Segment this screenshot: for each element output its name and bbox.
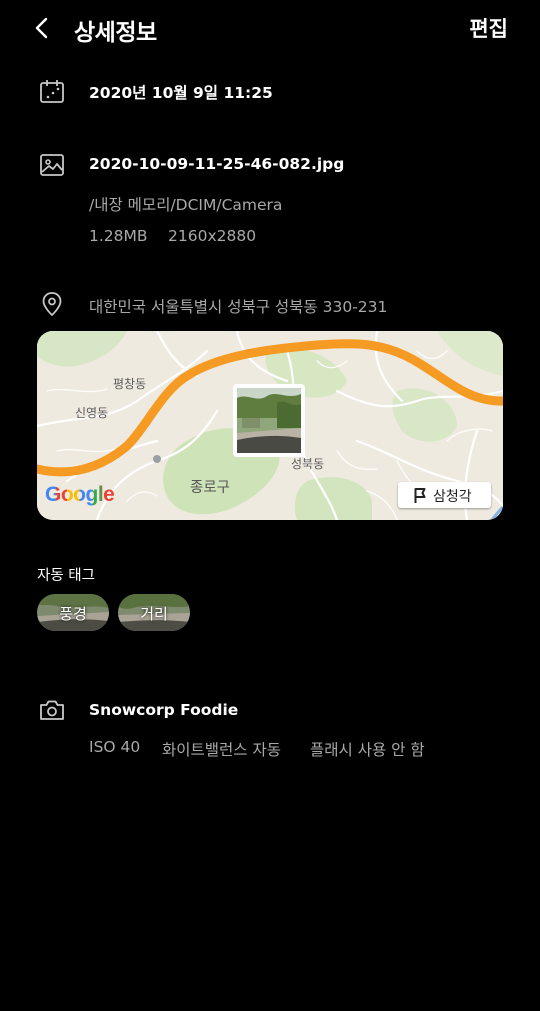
location-map[interactable]: 평창동 신영동 종로구 성북동 Google 삼청각 [37, 331, 503, 520]
tag-chip-label: 풍경 [59, 605, 87, 623]
camera-model: Snowcorp Foodie [89, 701, 239, 719]
back-button[interactable] [28, 12, 58, 44]
camera-white-balance: 화이트밸런스 자동 [162, 741, 282, 759]
edit-button[interactable]: 편집 [469, 13, 508, 43]
page-title: 상세정보 [74, 20, 157, 46]
file-row: 2020-10-09-11-25-46-082.jpg /내장 메모리/DCIM… [0, 150, 540, 250]
location-address: 대한민국 서울특별시 성북구 성북동 330-231 [89, 298, 388, 316]
flag-icon [414, 488, 426, 503]
camera-icon [38, 696, 66, 724]
date-row: 2020년 10월 9일 11:25 [0, 76, 540, 108]
street-view-button[interactable]: 삼청각 [398, 482, 491, 508]
image-icon [38, 151, 66, 179]
file-name: 2020-10-09-11-25-46-082.jpg [89, 155, 345, 173]
photo-thumbnail-marker[interactable] [233, 384, 305, 457]
google-logo-text: Google [45, 483, 115, 506]
street-view-label: 삼청각 [433, 489, 472, 505]
chevron-left-icon [35, 17, 48, 39]
auto-tags-title: 자동 태그 [37, 568, 95, 584]
date-value: 2020년 10월 9일 11:25 [89, 84, 273, 102]
google-logo: Google [45, 483, 115, 507]
camera-flash: 플래시 사용 안 함 [310, 741, 425, 759]
map-label-pyeongchang: 평창동 [113, 377, 147, 391]
map-label-sinyeong: 신영동 [75, 406, 109, 420]
camera-row: Snowcorp Foodie ISO 40 화이트밸런스 자동 플래시 사용 … [0, 696, 540, 766]
file-path: /내장 메모리/DCIM/Camera [89, 196, 283, 214]
location-row: 대한민국 서울특별시 성북구 성북동 330-231 [0, 290, 540, 322]
map-label-jongno: 종로구 [190, 480, 231, 496]
file-resolution: 2160x2880 [168, 227, 257, 245]
camera-iso: ISO 40 [89, 738, 141, 756]
location-pin-icon [38, 290, 66, 318]
tag-chip-street[interactable]: 거리 [118, 594, 190, 631]
tag-chip-landscape[interactable]: 풍경 [37, 594, 109, 631]
map-label-seongbuk: 성북동 [291, 457, 325, 471]
tag-chip-label: 거리 [140, 605, 168, 623]
app-bar: 상세정보 편집 [0, 0, 540, 56]
street-photo-icon [237, 388, 301, 453]
file-size: 1.28MB [89, 227, 148, 245]
calendar-icon [38, 78, 66, 106]
